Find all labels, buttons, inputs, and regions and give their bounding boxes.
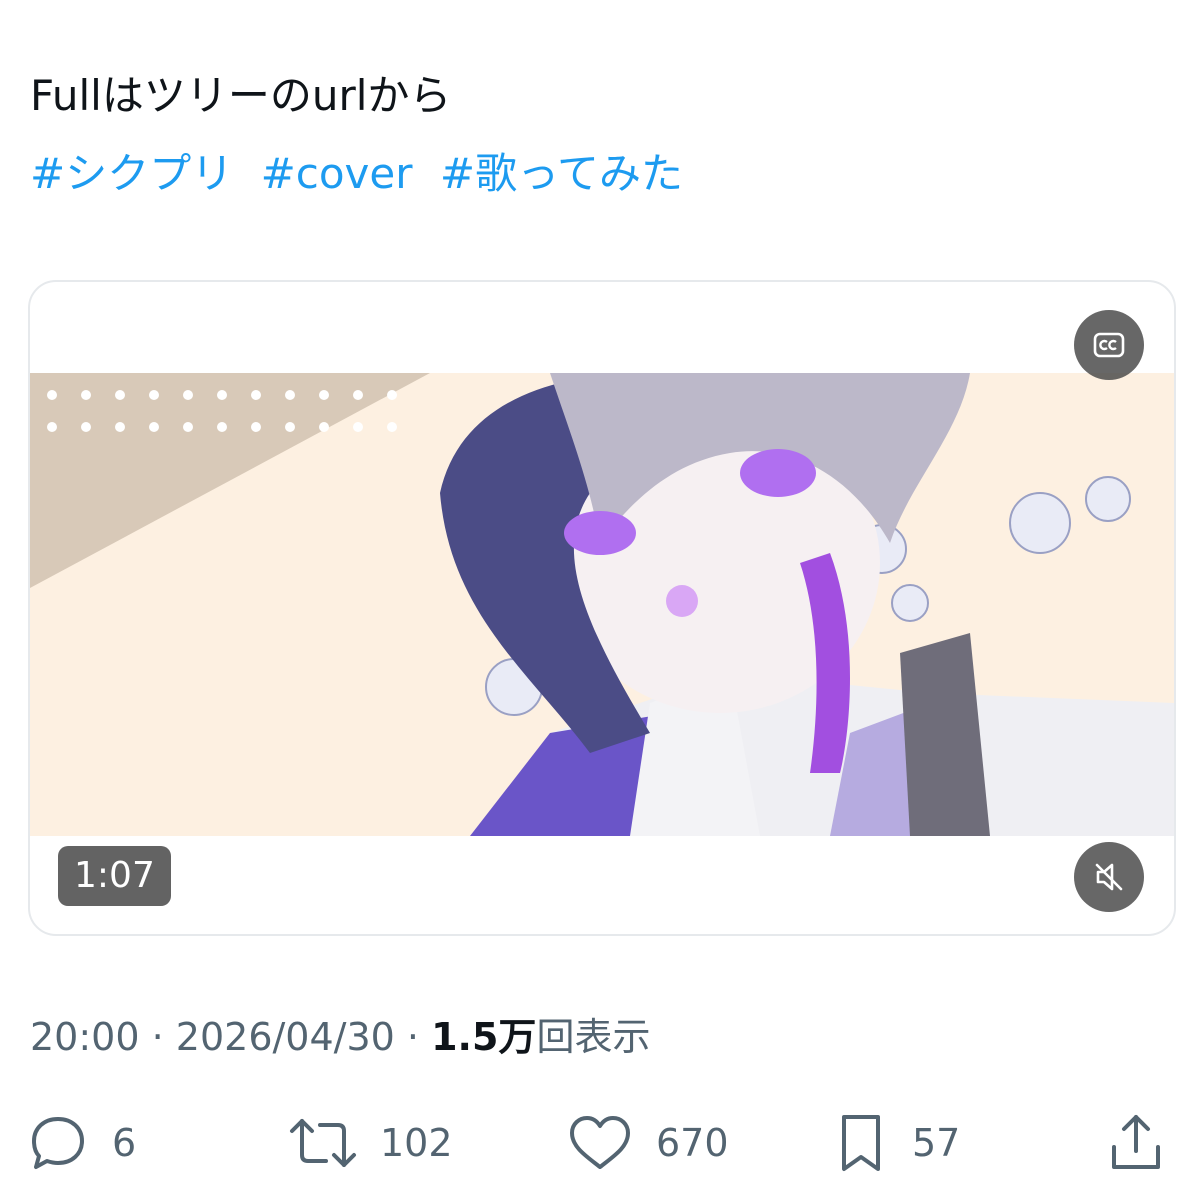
hashtag-link[interactable]: #歌ってみた [440,149,683,198]
hashtag-link[interactable]: #シクプリ [30,149,233,198]
reply-button[interactable]: 6 [26,1108,136,1178]
bookmark-icon [842,1115,880,1171]
tweet-time[interactable]: 20:00 [30,1015,140,1059]
hashtag-row: #シクプリ #cover #歌ってみた [30,148,697,200]
like-button[interactable]: 670 [566,1108,729,1178]
tweet-text: Fullはツリーのurlから [30,71,452,120]
views-label: 回表示 [536,1015,651,1059]
video-duration-badge: 1:07 [58,846,171,906]
video-thumbnail[interactable] [30,373,1174,836]
share-icon [1112,1115,1160,1169]
cc-icon [1093,332,1125,358]
bookmark-button[interactable]: 57 [832,1108,960,1178]
share-button[interactable] [1106,1108,1166,1178]
retweet-icon [290,1119,356,1167]
tweet-action-bar: 6 102 670 57 [0,1108,1200,1178]
anime-illustration-image [30,373,1174,836]
retweet-count: 102 [380,1121,453,1165]
reply-icon [32,1117,84,1169]
bookmark-count: 57 [912,1121,961,1165]
tweet-metadata: 20:00 · 2026/04/30 · 1.5万回表示 [30,1012,650,1062]
reply-count: 6 [112,1121,137,1165]
speaker-muted-icon [1095,863,1123,891]
heart-icon [570,1116,630,1169]
retweet-button[interactable]: 102 [288,1108,453,1178]
mute-button[interactable] [1074,842,1144,912]
video-media-card[interactable]: 1:07 [28,280,1176,936]
views-count[interactable]: 1.5万 [431,1015,536,1059]
hashtag-link[interactable]: #cover [261,149,413,198]
tweet-date[interactable]: 2026/04/30 [176,1015,395,1059]
like-count: 670 [656,1121,729,1165]
meta-separator: · [151,1015,164,1059]
meta-separator: · [406,1015,420,1059]
captions-button[interactable] [1074,310,1144,380]
